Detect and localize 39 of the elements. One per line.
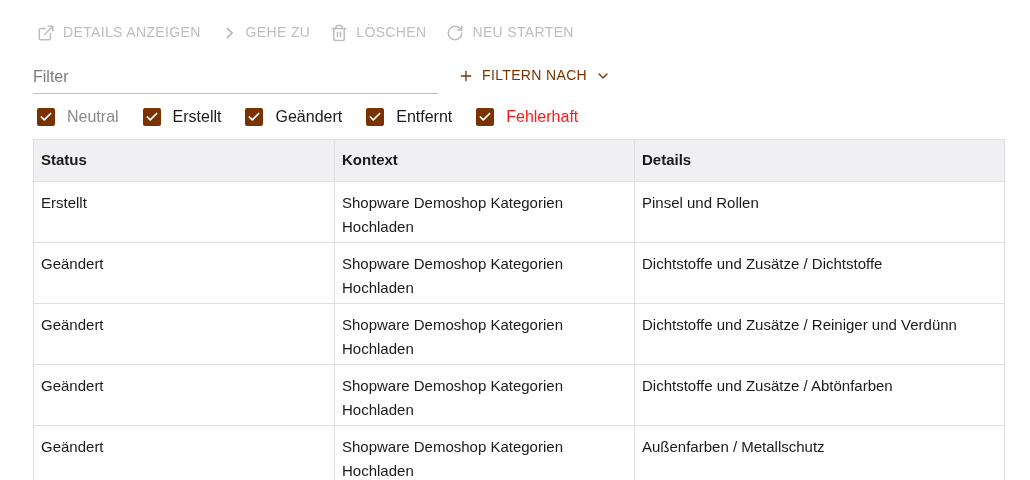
- checkbox[interactable]: [366, 108, 385, 126]
- table-cell: Shopware Demoshop Kategorien Hochladen: [342, 377, 563, 418]
- table-cell: Erstellt: [41, 194, 87, 211]
- column-header[interactable]: Status: [34, 140, 334, 181]
- trash-icon: [330, 23, 349, 42]
- table-cell: Geändert: [41, 316, 104, 333]
- checkbox[interactable]: [476, 108, 495, 126]
- checkbox-label: Geändert: [275, 107, 343, 127]
- table-cell: Dichtstoffe und Zusätze / Reiniger und Verdünn: [642, 316, 957, 333]
- checkbox[interactable]: [37, 108, 55, 126]
- check-icon: [478, 110, 493, 124]
- check-icon: [247, 110, 262, 124]
- table-cell: Pinsel und Rollen: [642, 194, 759, 211]
- table-cell: Geändert: [41, 377, 104, 394]
- table-cell: Geändert: [41, 438, 104, 455]
- table-cell: Dichtstoffe und Zusätze / Dichtstoffe: [642, 255, 883, 272]
- table-cell: Dichtstoffe und Zusätze / Abtönfarben: [642, 377, 893, 394]
- chevron-right-icon: [225, 26, 233, 39]
- filter-field[interactable]: Filter: [33, 65, 438, 94]
- checkbox-label: Fehlerhaft: [506, 107, 579, 127]
- checkbox-label: Entfernt: [396, 107, 453, 127]
- column-header[interactable]: Details: [634, 140, 1004, 181]
- column-header[interactable]: Kontext: [334, 140, 634, 181]
- check-icon: [39, 110, 53, 124]
- checkbox-label: Neutral: [67, 107, 119, 127]
- restart-icon: [446, 23, 465, 42]
- check-icon: [368, 110, 383, 124]
- table-cell: Geändert: [41, 255, 104, 272]
- table-cell: Shopware Demoshop Kategorien Hochladen: [342, 438, 563, 479]
- checkbox-label: Erstellt: [172, 107, 222, 127]
- table-cell: Shopware Demoshop Kategorien Hochladen: [342, 255, 563, 296]
- checkbox[interactable]: [142, 108, 161, 126]
- table-cell: Shopware Demoshop Kategorien Hochladen: [342, 194, 563, 235]
- check-icon: [144, 110, 159, 124]
- table-cell: Außenfarben / Metallschutz: [642, 438, 825, 455]
- table-cell: Shopware Demoshop Kategorien Hochladen: [342, 316, 563, 357]
- external-link-icon: [37, 23, 55, 42]
- filter-by-button[interactable]: FILTERN NACH: [450, 65, 620, 94]
- checkbox[interactable]: [245, 108, 264, 126]
